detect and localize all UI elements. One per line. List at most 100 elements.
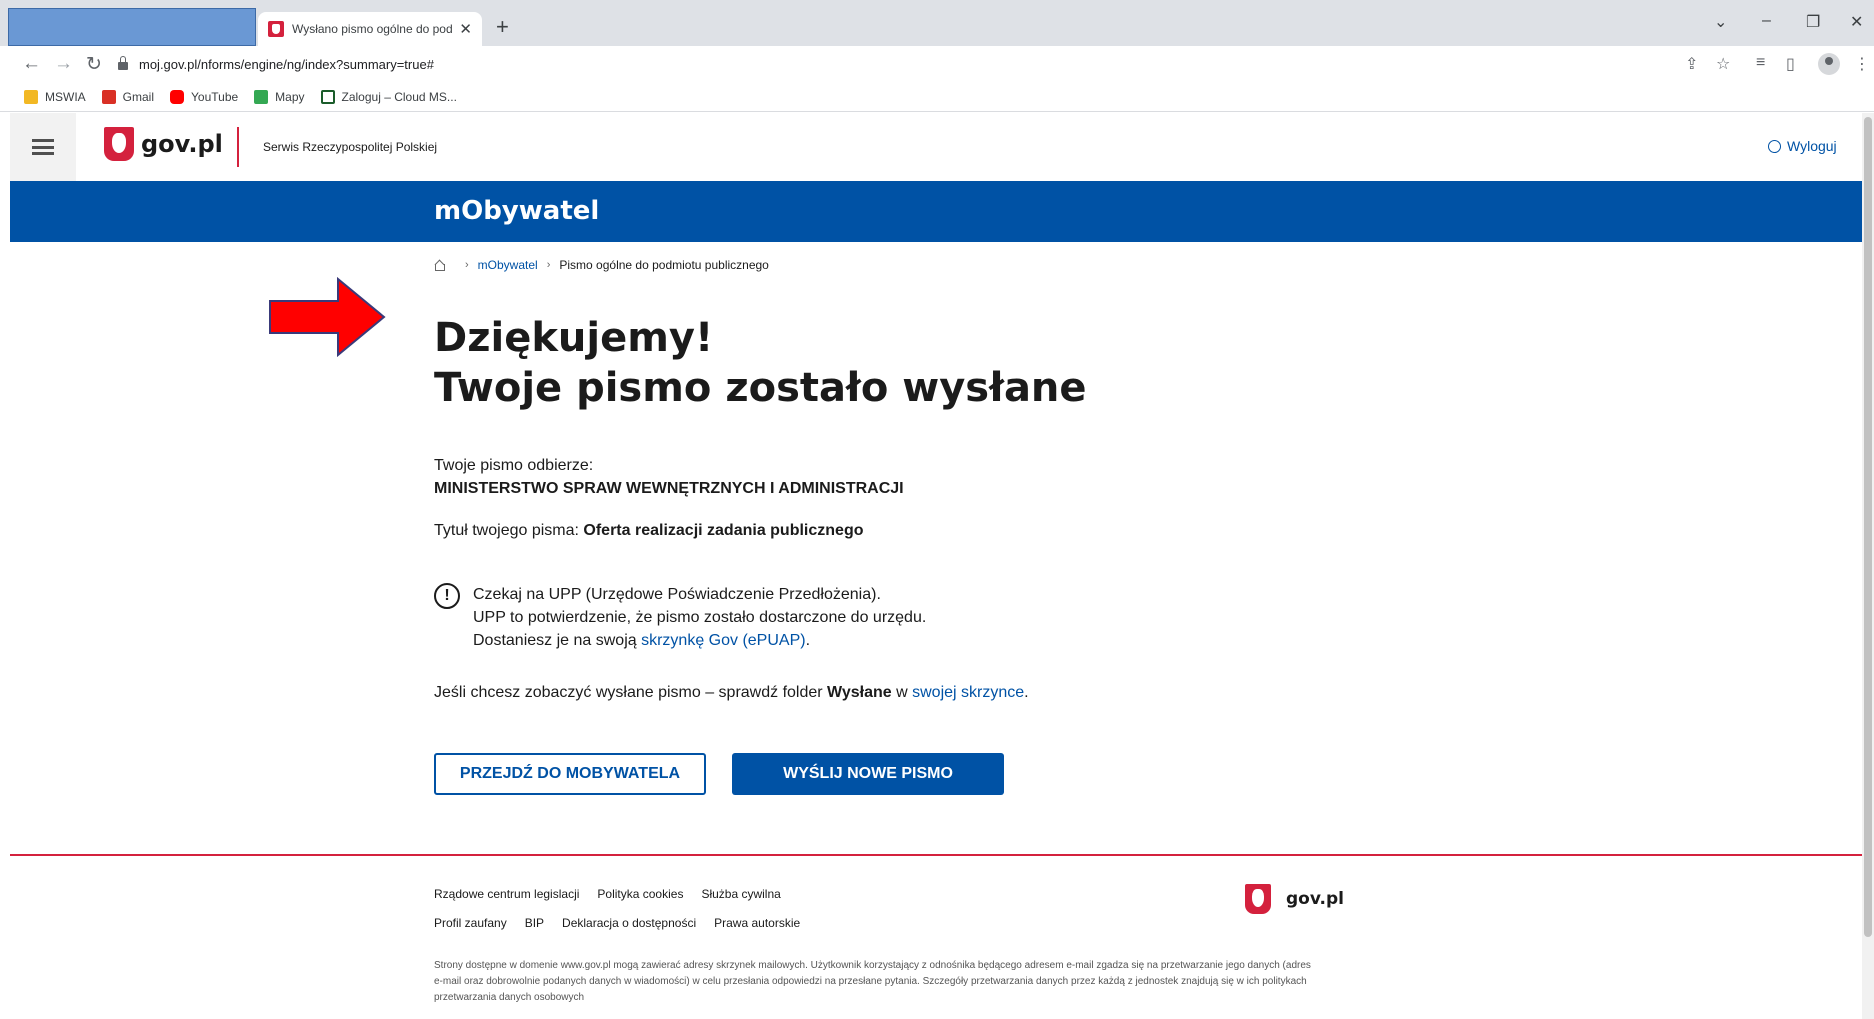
gmail-icon	[101, 89, 116, 104]
browser-tab[interactable]: Wysłano pismo ogólne do podm ✕	[258, 12, 482, 46]
address-bar[interactable]: moj.gov.pl/nforms/engine/ng/index?summar…	[118, 51, 434, 77]
page-scrollbar[interactable]	[1862, 113, 1874, 1019]
logo-text: gov.pl	[141, 130, 223, 158]
upp-info-line-3: Dostaniesz je na swoją skrzynkę Gov (ePU…	[473, 629, 926, 652]
minimize-icon[interactable]: –	[1762, 12, 1771, 30]
serwis-label: Serwis Rzeczypospolitej Polskiej	[263, 140, 438, 154]
footer-link[interactable]: BIP	[525, 916, 544, 930]
redacted-block	[8, 8, 256, 46]
recipient-block: Twoje pismo odbierze: MINISTERSTWO SPRAW…	[434, 454, 904, 500]
upp-info-line-2: UPP to potwierdzenie, że pismo zostało d…	[473, 609, 927, 626]
letter-title-row: Tytuł twojego pisma: Oferta realizacji z…	[434, 519, 863, 542]
scrollbar-thumb[interactable]	[1864, 117, 1872, 937]
footer-link[interactable]: Profil zaufany	[434, 916, 507, 930]
profile-avatar-icon[interactable]	[1818, 53, 1840, 75]
service-banner: mObywatel	[10, 181, 1862, 242]
breadcrumb: › mObywatel › Pismo ogólne do podmiotu p…	[434, 258, 769, 272]
upp-info-suffix: .	[805, 632, 811, 649]
letter-title-label: Tytuł twojego pisma:	[434, 522, 584, 539]
heading-line-2: Twoje pismo zostało wysłane	[434, 365, 1087, 411]
window-close-icon[interactable]: ✕	[1850, 12, 1863, 32]
footer-logo-text: gov.pl	[1286, 889, 1344, 909]
footer-link[interactable]: Prawa autorskie	[714, 916, 800, 930]
logout-link[interactable]: Wyloguj	[1768, 138, 1837, 154]
footer-link[interactable]: Polityka cookies	[597, 887, 683, 901]
eagle-emblem-icon	[104, 127, 134, 161]
upp-info: Czekaj na UPP (Urzędowe Poświadczenie Pr…	[473, 583, 926, 652]
exclamation-icon: !	[434, 583, 460, 609]
upp-info-line-1: Czekaj na UPP (Urzędowe Poświadczenie Pr…	[473, 586, 881, 603]
recipient-name: MINISTERSTWO SPRAW WEWNĘTRZNYCH I ADMINI…	[434, 480, 904, 497]
folder-prefix: Jeśli chcesz zobaczyć wysłane pismo – sp…	[434, 684, 828, 701]
new-tab-button[interactable]: +	[496, 14, 509, 40]
banner-title: mObywatel	[434, 196, 600, 226]
recipient-label: Twoje pismo odbierze:	[434, 457, 594, 474]
logout-label: Wyloguj	[1787, 138, 1837, 154]
url-text: moj.gov.pl/nforms/engine/ng/index?summar…	[139, 56, 434, 72]
back-icon[interactable]: ←	[22, 53, 41, 75]
footer-divider	[10, 854, 1862, 856]
footer-link[interactable]: Służba cywilna	[701, 887, 780, 901]
folder-info: Jeśli chcesz zobaczyć wysłane pismo – sp…	[434, 681, 1029, 704]
red-arrow-annotation-icon	[269, 277, 386, 357]
footer-link[interactable]: Deklaracja o dostępności	[562, 916, 696, 930]
bookmark-youtube[interactable]: YouTube	[170, 89, 238, 104]
bookmark-mswia[interactable]: MSWIA	[24, 89, 86, 104]
send-new-letter-button[interactable]: WYŚLIJ NOWE PISMO	[732, 753, 1004, 795]
menu-button[interactable]	[10, 113, 76, 181]
cloud-icon	[320, 89, 335, 104]
gov-logo[interactable]: gov.pl	[104, 127, 223, 161]
bookmark-label: Mapy	[275, 89, 305, 104]
folder-suffix: .	[1024, 684, 1029, 701]
star-icon[interactable]: ☆	[1716, 54, 1730, 74]
tab-close-icon[interactable]: ✕	[459, 20, 472, 38]
hamburger-icon	[32, 139, 54, 155]
epuap-link[interactable]: skrzynkę Gov (ePUAP)	[641, 632, 805, 649]
upp-info-prefix: Dostaniesz je na swoją	[473, 632, 642, 649]
web-page: gov.pl Serwis Rzeczypospolitej Polskiej …	[10, 113, 1862, 1019]
bookmark-label: Gmail	[122, 89, 155, 104]
user-icon	[1768, 139, 1781, 153]
bookmarks-bar: MSWIA Gmail YouTube Mapy Zaloguj – Cloud…	[0, 82, 1874, 112]
tab-title: Wysłano pismo ogólne do podm	[292, 22, 454, 36]
header-divider	[237, 127, 239, 167]
home-icon[interactable]	[434, 260, 446, 271]
footer-disclaimer: Strony dostępne w domenie www.gov.pl mog…	[434, 960, 1311, 1003]
screen: Wysłano pismo ogólne do podm ✕ + ⌄ – ❐ ✕…	[0, 0, 1874, 1019]
restore-icon[interactable]: ❐	[1806, 12, 1820, 32]
folder-name: Wysłane	[827, 684, 892, 701]
tab-search-icon[interactable]: ⌄	[1714, 12, 1727, 32]
mailbox-link[interactable]: swojej skrzynce	[912, 684, 1024, 701]
folder-icon	[24, 89, 38, 104]
page-title: Dziękujemy! Twoje pismo zostało wysłane	[434, 313, 1087, 413]
footer-gov-logo[interactable]: gov.pl	[1245, 884, 1344, 914]
chevron-right-icon: ›	[465, 259, 469, 271]
footer-links-row-2: Profil zaufany BIP Deklaracja o dostępno…	[434, 916, 818, 930]
footer-links-row-1: Rządowe centrum legislacji Polityka cook…	[434, 887, 799, 901]
bookmark-label: MSWIA	[45, 89, 86, 104]
youtube-icon	[170, 89, 185, 104]
share-icon[interactable]: ⇪	[1685, 54, 1698, 74]
bookmark-label: Zaloguj – Cloud MS...	[341, 89, 457, 104]
side-panel-icon[interactable]: ▯	[1786, 54, 1795, 74]
gov-favicon-icon	[268, 21, 284, 37]
forward-icon[interactable]: →	[54, 53, 73, 75]
site-header: gov.pl Serwis Rzeczypospolitej Polskiej …	[10, 113, 1862, 181]
heading-line-1: Dziękujemy!	[434, 315, 714, 361]
more-menu-icon[interactable]: ⋮	[1854, 54, 1870, 74]
eagle-emblem-icon	[1245, 884, 1271, 914]
chevron-right-icon: ›	[546, 259, 551, 271]
breadcrumb-mobywatel[interactable]: mObywatel	[478, 258, 538, 272]
breadcrumb-current: Pismo ogólne do podmiotu publicznego	[559, 258, 769, 272]
lock-icon	[118, 55, 128, 70]
footer-link[interactable]: Rządowe centrum legislacji	[434, 887, 579, 901]
tab-strip: Wysłano pismo ogólne do podm ✕ + ⌄ – ❐ ✕	[0, 0, 1874, 46]
letter-title-value: Oferta realizacji zadania publicznego	[583, 522, 864, 539]
bookmark-maps[interactable]: Mapy	[254, 89, 305, 104]
bookmark-gmail[interactable]: Gmail	[101, 89, 155, 104]
reload-icon[interactable]: ↻	[86, 53, 102, 76]
bookmark-cloud[interactable]: Zaloguj – Cloud MS...	[320, 89, 457, 104]
go-to-mobywatel-button[interactable]: PRZEJDŹ DO MOBYWATELA	[434, 753, 706, 795]
browser-toolbar: ← → ↻ moj.gov.pl/nforms/engine/ng/index?…	[0, 46, 1874, 82]
reading-list-icon[interactable]: ≡	[1756, 54, 1765, 72]
